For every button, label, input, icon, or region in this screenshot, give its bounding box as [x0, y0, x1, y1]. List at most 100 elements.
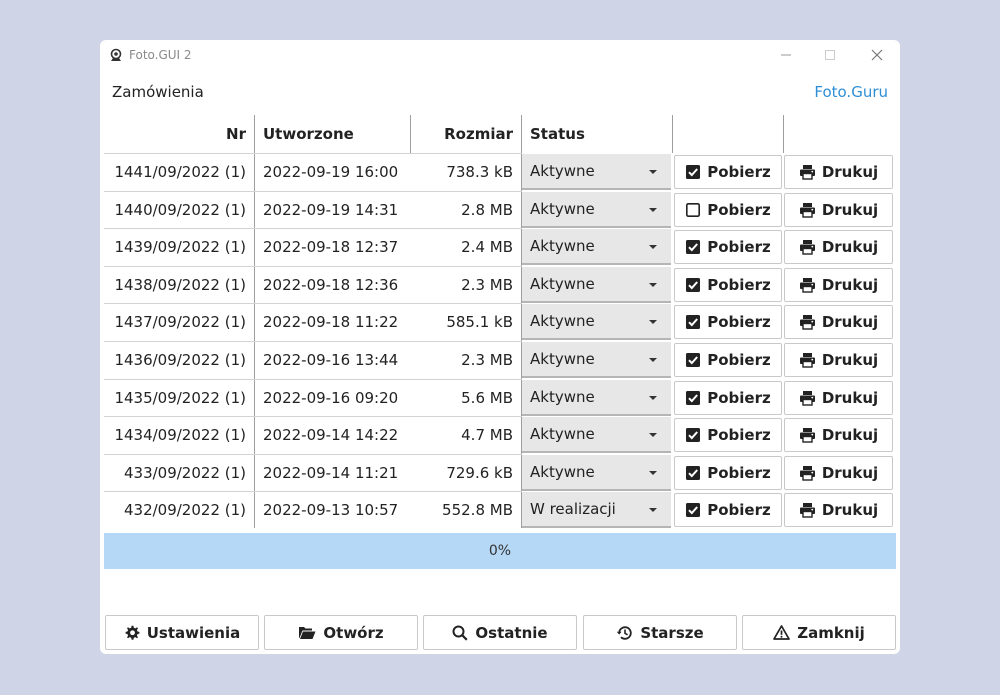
status-dropdown[interactable]: W realizacji [522, 492, 671, 528]
column-header-status[interactable]: Status [530, 115, 670, 153]
folder-open-icon [298, 625, 316, 640]
close-window-button[interactable] [868, 46, 886, 64]
download-label: Pobierz [707, 163, 771, 181]
minimize-button[interactable] [777, 46, 795, 64]
app-logo-icon [109, 47, 123, 61]
older-button[interactable]: Starsze [583, 615, 737, 650]
print-button[interactable]: Drukuj [784, 230, 893, 264]
status-dropdown[interactable]: Aktywne [522, 192, 671, 228]
maximize-button[interactable] [821, 46, 839, 64]
print-button[interactable]: Drukuj [784, 493, 893, 527]
checkbox-checked-icon[interactable] [685, 164, 701, 180]
printer-icon [799, 202, 816, 218]
order-created: 2022-09-13 10:57 [263, 500, 399, 519]
download-button[interactable]: Pobierz [674, 230, 782, 264]
checkbox-checked-icon[interactable] [685, 352, 701, 368]
download-label: Pobierz [707, 389, 771, 407]
recent-button[interactable]: Ostatnie [423, 615, 577, 650]
print-label: Drukuj [821, 501, 879, 519]
status-dropdown[interactable]: Aktywne [522, 417, 671, 453]
download-button[interactable]: Pobierz [674, 493, 782, 527]
status-dropdown[interactable]: Aktywne [522, 267, 671, 303]
settings-button[interactable]: Ustawienia [105, 615, 259, 650]
order-created: 2022-09-16 09:20 [263, 388, 399, 407]
print-button[interactable]: Drukuj [784, 193, 893, 227]
column-header-nr[interactable]: Nr [104, 115, 246, 153]
checkbox-checked-icon[interactable] [685, 502, 701, 518]
order-number: 1434/09/2022 (1) [114, 425, 246, 444]
print-button[interactable]: Drukuj [784, 155, 893, 189]
status-value: Aktywne [530, 237, 595, 255]
checkbox-unchecked-icon[interactable] [685, 202, 701, 218]
download-button[interactable]: Pobierz [674, 381, 782, 415]
status-value: Aktywne [530, 388, 595, 406]
print-label: Drukuj [821, 313, 879, 331]
download-button[interactable]: Pobierz [674, 155, 782, 189]
order-created: 2022-09-14 14:22 [263, 425, 399, 444]
warning-icon [773, 625, 791, 640]
order-number: 1436/09/2022 (1) [114, 350, 246, 369]
order-created: 2022-09-19 16:00 [263, 162, 399, 181]
download-button[interactable]: Pobierz [674, 193, 782, 227]
order-size: 2.3 MB [461, 350, 513, 369]
print-button[interactable]: Drukuj [784, 343, 893, 377]
download-button[interactable]: Pobierz [674, 456, 782, 490]
checkbox-checked-icon[interactable] [685, 465, 701, 481]
column-header-created[interactable]: Utworzone [263, 115, 403, 153]
print-label: Drukuj [821, 276, 879, 294]
column-divider [254, 115, 255, 528]
status-dropdown[interactable]: Aktywne [522, 304, 671, 340]
print-label: Drukuj [821, 163, 879, 181]
foto-guru-link[interactable]: Foto.Guru [814, 83, 888, 101]
close-button[interactable]: Zamknij [742, 615, 896, 650]
order-number: 1439/09/2022 (1) [114, 237, 246, 256]
checkbox-checked-icon[interactable] [685, 427, 701, 443]
status-value: Aktywne [530, 463, 595, 481]
order-created: 2022-09-19 14:31 [263, 200, 399, 219]
column-divider [783, 115, 784, 153]
print-button[interactable]: Drukuj [784, 305, 893, 339]
download-button[interactable]: Pobierz [674, 343, 782, 377]
order-number: 1438/09/2022 (1) [114, 275, 246, 294]
order-size: 585.1 kB [446, 312, 513, 331]
status-dropdown[interactable]: Aktywne [522, 380, 671, 416]
status-value: Aktywne [530, 350, 595, 368]
print-label: Drukuj [821, 238, 879, 256]
download-label: Pobierz [707, 201, 771, 219]
order-number: 1437/09/2022 (1) [114, 312, 246, 331]
recent-label: Ostatnie [475, 623, 548, 642]
order-size: 552.8 MB [442, 500, 513, 519]
status-dropdown[interactable]: Aktywne [522, 455, 671, 491]
open-button[interactable]: Otwórz [264, 615, 418, 650]
checkbox-checked-icon[interactable] [685, 277, 701, 293]
print-button[interactable]: Drukuj [784, 456, 893, 490]
download-label: Pobierz [707, 276, 771, 294]
order-number: 1441/09/2022 (1) [114, 162, 246, 181]
status-dropdown[interactable]: Aktywne [522, 154, 671, 190]
print-button[interactable]: Drukuj [784, 268, 893, 302]
print-button[interactable]: Drukuj [784, 381, 893, 415]
download-button[interactable]: Pobierz [674, 268, 782, 302]
printer-icon [799, 390, 816, 406]
checkbox-checked-icon[interactable] [685, 239, 701, 255]
status-dropdown[interactable]: Aktywne [522, 229, 671, 265]
order-number: 432/09/2022 (1) [123, 500, 246, 519]
order-number: 433/09/2022 (1) [123, 463, 246, 482]
column-header-size[interactable]: Rozmiar [404, 115, 513, 153]
download-label: Pobierz [707, 426, 771, 444]
printer-icon [799, 314, 816, 330]
checkbox-checked-icon[interactable] [685, 314, 701, 330]
order-size: 5.6 MB [461, 388, 513, 407]
download-button[interactable]: Pobierz [674, 418, 782, 452]
status-value: Aktywne [530, 312, 595, 330]
close-label: Zamknij [797, 623, 865, 642]
status-dropdown[interactable]: Aktywne [522, 342, 671, 378]
checkbox-checked-icon[interactable] [685, 390, 701, 406]
app-window: Foto.GUI 2 Zamówienia Foto.Guru Nr Utwor… [100, 40, 900, 654]
printer-icon [799, 427, 816, 443]
download-button[interactable]: Pobierz [674, 305, 782, 339]
caret-down-icon [649, 471, 657, 475]
print-button[interactable]: Drukuj [784, 418, 893, 452]
printer-icon [799, 277, 816, 293]
order-size: 2.8 MB [461, 200, 513, 219]
